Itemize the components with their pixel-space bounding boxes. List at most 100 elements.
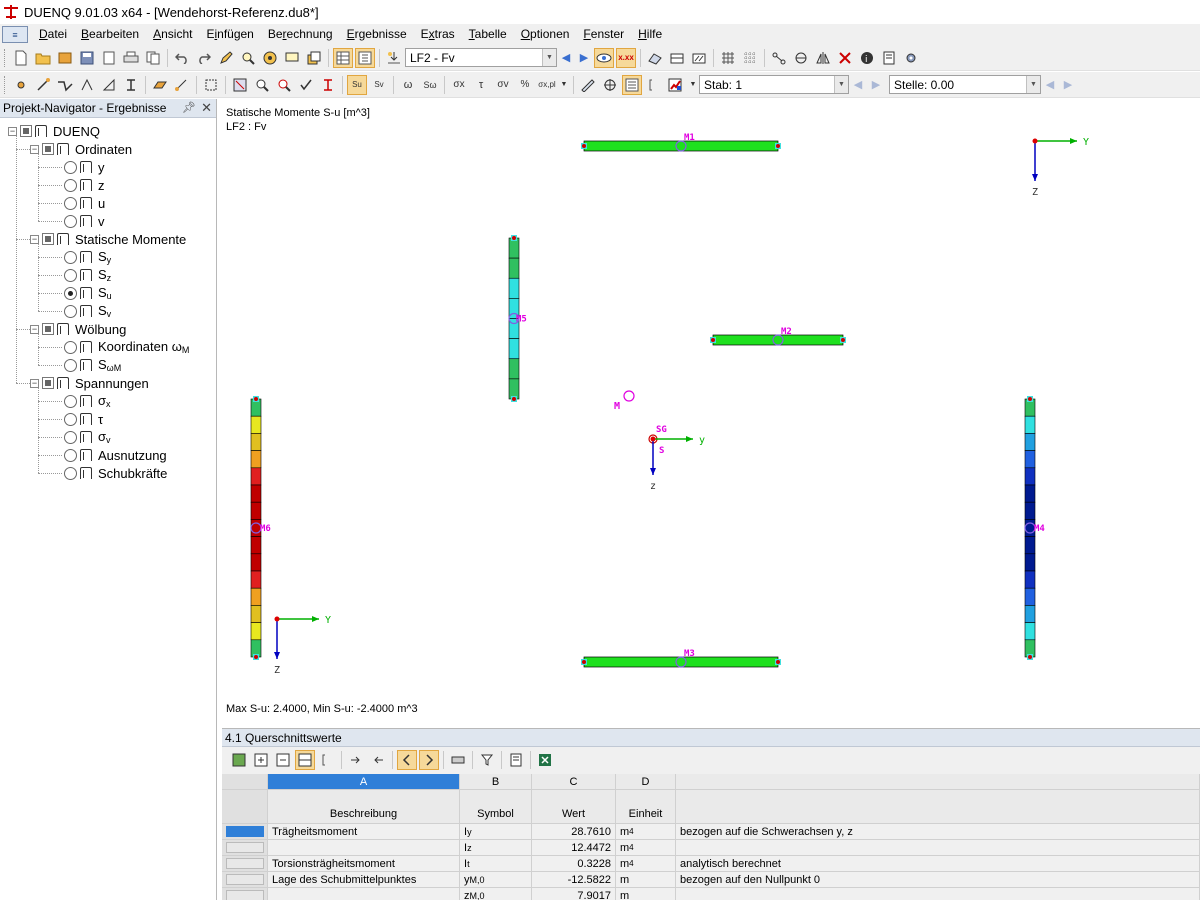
percent-icon[interactable]: % xyxy=(515,75,535,95)
checkbox[interactable] xyxy=(42,377,54,389)
edit-icon[interactable] xyxy=(216,48,236,68)
tree-group-2[interactable]: − Wölbung xyxy=(30,320,126,338)
row-header[interactable] xyxy=(222,856,268,872)
open-dropdown-icon[interactable] xyxy=(55,48,75,68)
zoom-icon[interactable] xyxy=(238,48,258,68)
radio-button[interactable] xyxy=(64,214,77,228)
node-tool-icon[interactable] xyxy=(172,75,192,95)
mirror-icon[interactable] xyxy=(813,48,833,68)
print-preview-icon[interactable] xyxy=(99,48,119,68)
radio-button[interactable] xyxy=(64,268,77,282)
menu-datei[interactable]: Datei xyxy=(32,24,74,45)
hatching-icon[interactable] xyxy=(689,48,709,68)
tree-item-3-1[interactable]: τ xyxy=(64,410,103,428)
table-row[interactable]: Trägheitsmoment Iy 28.7610 m 4 bezogen auf di… xyxy=(222,824,1200,840)
omega-icon[interactable]: ω xyxy=(398,75,418,95)
new-file-icon[interactable] xyxy=(11,48,31,68)
section-i-icon[interactable] xyxy=(318,75,338,95)
window-icon[interactable] xyxy=(304,48,324,68)
tree-group-3[interactable]: − Spannungen xyxy=(30,374,149,392)
checkbox[interactable] xyxy=(42,143,54,155)
column-header-c[interactable]: C xyxy=(532,774,616,790)
menu-tabelle[interactable]: Tabelle xyxy=(462,24,514,45)
find-icon[interactable] xyxy=(252,75,272,95)
pin-icon[interactable]: 📌︎ xyxy=(182,101,196,114)
table-edit-icon[interactable] xyxy=(295,750,315,770)
s-omega-icon[interactable]: Sω xyxy=(420,75,440,95)
tree-group-0[interactable]: − Ordinaten xyxy=(30,140,132,158)
rotate-icon[interactable] xyxy=(791,48,811,68)
filter-icon[interactable] xyxy=(230,75,250,95)
measure-icon[interactable] xyxy=(769,48,789,68)
menu-berechnung[interactable]: Berechnung xyxy=(261,24,340,45)
radio-button[interactable] xyxy=(64,250,77,264)
ruler-icon[interactable] xyxy=(578,75,598,95)
delete-icon[interactable] xyxy=(835,48,855,68)
tree-item-2-1[interactable]: SωM xyxy=(64,356,121,374)
target-icon[interactable] xyxy=(260,48,280,68)
sigma-xpl-icon[interactable]: σx,pl xyxy=(537,75,557,95)
tree-item-3-4[interactable]: Schubkräfte xyxy=(64,464,167,482)
ibeam-icon[interactable] xyxy=(121,75,141,95)
toolbar-grip[interactable] xyxy=(4,48,7,67)
toolbar-grip[interactable] xyxy=(4,75,7,94)
sv-button[interactable]: Sv xyxy=(369,75,389,95)
section-icon[interactable] xyxy=(645,48,665,68)
excel-export-icon[interactable] xyxy=(535,750,555,770)
tree-item-0-3[interactable]: v xyxy=(64,212,105,230)
previous-loadcase-icon[interactable]: ◀ xyxy=(557,48,575,68)
table-row[interactable]: z M,0 7.9017 m xyxy=(222,888,1200,900)
radio-button[interactable] xyxy=(64,430,77,444)
color-scale-icon[interactable] xyxy=(666,75,686,95)
copy-icon[interactable] xyxy=(143,48,163,68)
menu-einfügen[interactable]: Einfügen xyxy=(199,24,260,45)
column-header-b[interactable]: B xyxy=(460,774,532,790)
save-icon[interactable] xyxy=(77,48,97,68)
previous-table-icon[interactable] xyxy=(397,750,417,770)
tree-item-1-3[interactable]: Sv xyxy=(64,302,111,320)
bracket-icon[interactable] xyxy=(317,750,337,770)
member-select[interactable]: Stab: 1 ▼ xyxy=(699,75,849,94)
menu-fenster[interactable]: Fenster xyxy=(576,24,631,45)
table-view-icon[interactable] xyxy=(333,47,353,68)
comment-icon[interactable] xyxy=(282,48,302,68)
tree-root-duenq[interactable]: − DUENQ xyxy=(8,122,100,140)
arc-icon[interactable] xyxy=(77,75,97,95)
note-icon[interactable] xyxy=(879,48,899,68)
checkbox[interactable] xyxy=(42,233,54,245)
delete-row-icon[interactable] xyxy=(273,750,293,770)
color-dropdown-icon[interactable]: ▼ xyxy=(688,75,698,95)
loadcase-select[interactable]: LF2 - Fv ▼ xyxy=(405,48,557,67)
checkbox[interactable] xyxy=(20,125,32,137)
collapse-icon[interactable]: − xyxy=(30,234,39,244)
dimension-icon[interactable] xyxy=(667,48,687,68)
column-setup-icon[interactable] xyxy=(506,750,526,770)
snap-grid-icon[interactable] xyxy=(740,48,760,68)
row-header[interactable] xyxy=(222,872,268,888)
row-header[interactable] xyxy=(222,840,268,856)
tree-item-0-1[interactable]: z xyxy=(64,176,105,194)
graphics-window[interactable]: Statische Momente S-u [m^3] LF2 : Fv M1 M… xyxy=(222,101,1200,721)
tree-item-3-2[interactable]: σv xyxy=(64,428,111,446)
line-icon[interactable] xyxy=(33,75,53,95)
tree-group-1[interactable]: − Statische Momente xyxy=(30,230,186,248)
table-row[interactable]: Iz 12.4472 m 4 xyxy=(222,840,1200,856)
collapse-icon[interactable]: − xyxy=(30,324,39,334)
result-values-icon[interactable]: x.xx xyxy=(616,47,636,68)
tree-item-3-0[interactable]: σx xyxy=(64,392,111,410)
tree-item-1-1[interactable]: Sz xyxy=(64,266,111,284)
previous-member-icon[interactable]: ◀ xyxy=(849,75,867,95)
menu-bearbeiten[interactable]: Bearbeiten xyxy=(74,24,146,45)
table-row[interactable]: Beschreibung Symbol Wert Einheit xyxy=(222,790,1200,824)
menu-ergebnisse[interactable]: Ergebnisse xyxy=(340,24,414,45)
column-header-d[interactable]: D xyxy=(616,774,676,790)
tree-item-1-0[interactable]: Sy xyxy=(64,248,111,266)
menu-hilfe[interactable]: Hilfe xyxy=(631,24,669,45)
menu-extras[interactable]: Extras xyxy=(414,24,462,45)
radio-button[interactable] xyxy=(64,286,77,300)
radio-button[interactable] xyxy=(64,412,77,426)
redo-icon[interactable] xyxy=(194,48,214,68)
select-window-icon[interactable] xyxy=(201,75,221,95)
polyline-icon[interactable] xyxy=(55,75,75,95)
next-loadcase-icon[interactable]: ▶ xyxy=(575,48,593,68)
